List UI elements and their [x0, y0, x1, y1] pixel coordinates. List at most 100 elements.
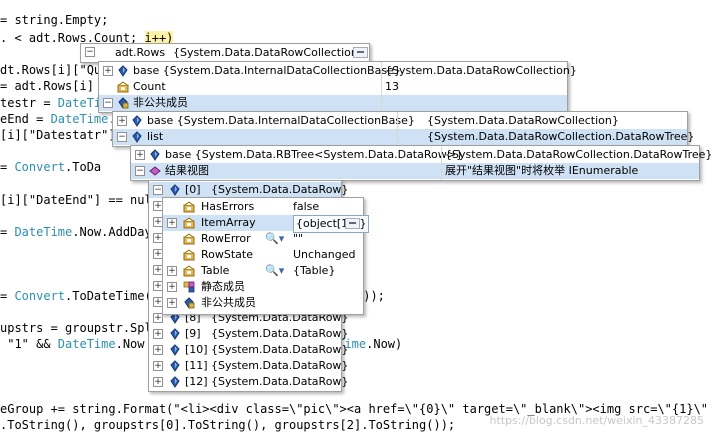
- property-icon: [183, 265, 195, 277]
- datarow-member-row[interactable]: + Table 🔍▾ {Table}: [163, 263, 363, 279]
- collection-item-row[interactable]: − [0] {System.Data.DataRow}: [149, 182, 348, 198]
- datatip-row[interactable]: − 非公共成员: [99, 95, 567, 111]
- member-name: [10]: [185, 343, 208, 356]
- code-line: [i]["Datestatr"]: [0, 127, 116, 143]
- collapse-toggle[interactable]: −: [135, 166, 145, 176]
- object-icon: [169, 328, 181, 340]
- datatip-row[interactable]: + base {System.Data.RBTree<System.Data.Da…: [131, 147, 712, 163]
- datarow-member-row[interactable]: + ItemArray {object[17]}: [163, 215, 370, 233]
- visualizer-magnifier-icon[interactable]: 🔍▾: [265, 231, 284, 247]
- member-value: {System.Data.DataRow}: [211, 183, 349, 196]
- datarow-member-row[interactable]: + 非公共成员: [163, 295, 363, 311]
- datatip-level3[interactable]: + base {System.Data.RBTree<System.Data.Da…: [130, 145, 712, 181]
- member-name: base {System.Data.RBTree<System.Data.Dat…: [165, 148, 463, 161]
- expand-toggle[interactable]: +: [153, 377, 163, 387]
- member-name: base {System.Data.InternalDataCollection…: [133, 64, 401, 77]
- expand-toggle[interactable]: +: [153, 361, 163, 371]
- expand-toggle[interactable]: +: [135, 150, 145, 160]
- datarow-member-row[interactable]: HasErrors false: [163, 199, 363, 215]
- datatip-row[interactable]: Count 13: [99, 79, 567, 95]
- field-icon: [149, 149, 161, 161]
- property-icon: [183, 233, 195, 245]
- expand-toggle[interactable]: +: [167, 266, 177, 276]
- member-name: RowState: [201, 248, 253, 261]
- property-icon: [117, 81, 129, 93]
- expand-toggle[interactable]: +: [167, 218, 177, 228]
- member-name: [9]: [185, 327, 201, 340]
- pin-icon[interactable]: [353, 47, 368, 58]
- column-divider: [381, 62, 382, 112]
- datatip-row0[interactable]: HasErrors false + ItemArray {object[17]} RowE…: [162, 197, 370, 315]
- code-token: DateTime.: [50, 112, 116, 126]
- code-token: Convert: [14, 289, 66, 303]
- datarow-member-row[interactable]: RowState Unchanged: [163, 247, 363, 263]
- object-icon: [169, 344, 181, 356]
- code-line: = Convert.ToDa: [0, 159, 101, 175]
- datarow-member-row[interactable]: RowError 🔍▾ "": [163, 231, 363, 247]
- member-value: false: [293, 200, 320, 213]
- member-name: Count: [133, 80, 166, 93]
- member-value: {System.Data.DataRow}: [211, 327, 349, 340]
- member-value: {System.Data.DataRowCollection}: [385, 64, 577, 77]
- expand-toggle[interactable]: +: [117, 116, 127, 126]
- field-icon: [117, 65, 129, 77]
- root-name: adt.Rows: [115, 46, 166, 59]
- code-line: dt.Rows[i]["Qu: [0, 62, 101, 78]
- column-divider: [441, 146, 442, 180]
- code-token: DateTi: [57, 96, 102, 110]
- expand-toggle[interactable]: +: [153, 329, 163, 339]
- code-token: testr =: [0, 96, 58, 110]
- expand-toggle[interactable]: +: [153, 345, 163, 355]
- member-name: 静态成员: [201, 280, 245, 293]
- datatip-row[interactable]: + base {System.Data.InternalDataCollectio…: [99, 63, 577, 79]
- collapse-toggle[interactable]: −: [85, 47, 95, 57]
- datatip-root[interactable]: − adt.Rows {System.Data.DataRowCollectio…: [80, 43, 370, 63]
- collection-item-row[interactable]: + [12] {System.Data.DataRow}: [149, 374, 348, 390]
- code-token: .ToDateTime(a: [65, 289, 159, 303]
- datatip-level2[interactable]: + base {System.Data.InternalDataCollectio…: [112, 111, 694, 147]
- code-line: .ToString(), groupstrs[0].ToString(), gr…: [0, 417, 455, 433]
- member-value: {System.Data.DataRowCollection}: [427, 114, 619, 127]
- private-members-icon: [183, 297, 195, 309]
- expand-toggle[interactable]: +: [167, 298, 177, 308]
- code-line: "1" && DateTime.Now >: [0, 336, 159, 352]
- column-divider: [397, 112, 398, 146]
- datarow-member-row[interactable]: + 静态成员: [163, 279, 363, 295]
- datatip-level1[interactable]: + base {System.Data.InternalDataCollectio…: [98, 61, 577, 113]
- member-name: base {System.Data.InternalDataCollection…: [147, 114, 415, 127]
- code-token: [i]["DateEnd"] == null: [0, 193, 159, 207]
- datatip-row[interactable]: − list {System.Data.DataRowCollection.Data…: [113, 129, 694, 145]
- pin-icon[interactable]: [345, 218, 360, 229]
- member-name: RowError: [201, 232, 251, 245]
- collection-item-row[interactable]: + [10] {System.Data.DataRow}: [149, 342, 348, 358]
- code-token: .Now): [366, 337, 403, 351]
- member-value: {System.Data.DataRow}: [211, 343, 349, 356]
- property-icon: [183, 249, 195, 261]
- object-icon: [169, 360, 181, 372]
- member-name: list: [147, 130, 164, 143]
- collection-item-row[interactable]: + [9] {System.Data.DataRow}: [149, 326, 348, 342]
- member-name: HasErrors: [201, 200, 255, 213]
- property-icon: [183, 201, 195, 213]
- code-token: DateTime: [14, 225, 73, 239]
- expand-toggle[interactable]: +: [103, 66, 113, 76]
- datatip-row[interactable]: + base {System.Data.InternalDataCollectio…: [113, 113, 687, 129]
- member-value: {System.Data.DataRow}: [211, 375, 349, 388]
- code-token: [i]["Datestatr"]: [0, 128, 116, 142]
- collapse-toggle[interactable]: −: [103, 98, 113, 108]
- collection-item-row[interactable]: + [11] {System.Data.DataRow}: [149, 358, 348, 374]
- member-value: Unchanged: [293, 248, 356, 261]
- code-line: upstrs = groupstr.Spli: [0, 320, 159, 336]
- property-icon: [183, 217, 195, 229]
- member-name: 非公共成员: [201, 296, 256, 309]
- collapse-toggle[interactable]: −: [117, 132, 127, 142]
- static-members-icon: [183, 281, 195, 293]
- collapse-toggle[interactable]: −: [153, 185, 163, 195]
- code-line: = adt.Rows[i]: [0, 78, 94, 94]
- member-value: {System.Data.DataRowCollection.DataRowTr…: [445, 148, 712, 161]
- code-token: "1" &&: [0, 337, 58, 351]
- datatip-row[interactable]: − 结果视图 展开"结果视图"时将枚举 IEnumerable: [131, 163, 699, 179]
- visualizer-magnifier-icon[interactable]: 🔍▾: [265, 263, 284, 279]
- expand-toggle[interactable]: +: [167, 282, 177, 292]
- code-token: upstrs = groupstr.Spli: [0, 321, 159, 335]
